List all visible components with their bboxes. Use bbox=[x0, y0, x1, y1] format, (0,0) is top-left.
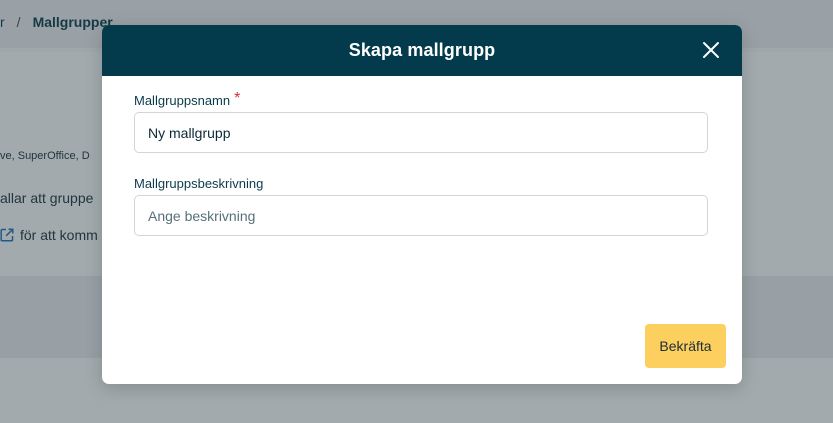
close-button[interactable] bbox=[700, 39, 722, 61]
create-template-group-dialog: Skapa mallgrupp Mallgruppsnamn* Mallgrup… bbox=[102, 25, 742, 384]
close-icon bbox=[703, 42, 719, 58]
required-mark: * bbox=[234, 90, 241, 107]
name-label-text: Mallgruppsnamn bbox=[134, 93, 231, 108]
name-field-label: Mallgruppsnamn * bbox=[134, 90, 241, 110]
template-group-description-input[interactable] bbox=[134, 195, 708, 236]
template-group-name-input[interactable] bbox=[134, 112, 708, 153]
dialog-title: Skapa mallgrupp bbox=[348, 40, 496, 60]
dialog-header: Skapa mallgrupp bbox=[102, 25, 742, 76]
description-field-label: Mallgruppsbeskrivning bbox=[134, 176, 264, 191]
confirm-button[interactable]: Bekräfta bbox=[645, 324, 726, 368]
